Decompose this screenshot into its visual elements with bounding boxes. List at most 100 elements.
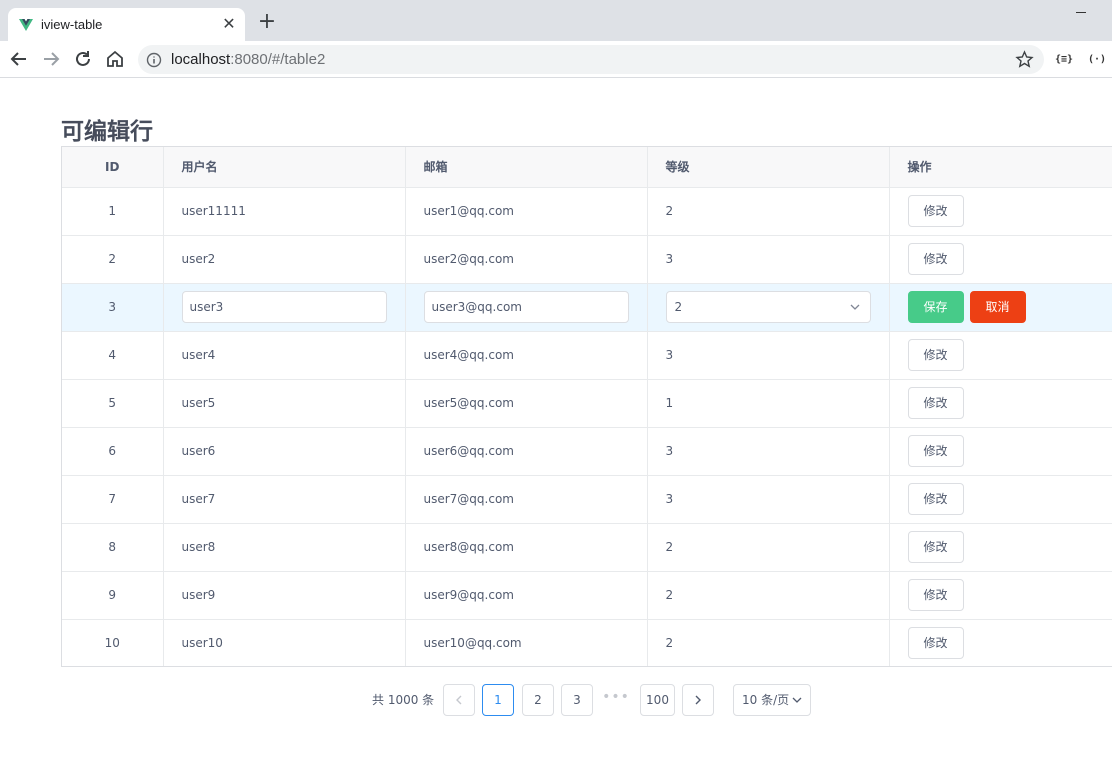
page-size-value: 10 条/页 xyxy=(742,693,790,707)
cancel-button[interactable]: 取消 xyxy=(969,291,1026,323)
cell-level: 1 xyxy=(647,379,890,428)
back-arrow-icon[interactable] xyxy=(6,46,32,72)
table-row: 1 user11111 user1@qq.com 2 修改 xyxy=(62,187,1112,236)
edit-button[interactable]: 修改 xyxy=(907,339,964,371)
cell-username: user2 xyxy=(163,235,406,284)
cell-actions: 修改 xyxy=(889,571,1112,620)
edit-button[interactable]: 修改 xyxy=(907,579,964,611)
page-title: 可编辑行 xyxy=(61,119,153,145)
total-count: 共 1000 条 xyxy=(372,693,435,707)
cell-actions: 修改 xyxy=(889,619,1112,666)
table-row: 6 user6 user6@qq.com 3 修改 xyxy=(62,427,1112,476)
cell-id: 5 xyxy=(62,379,164,428)
next-page-button[interactable] xyxy=(682,684,714,716)
extension-icon[interactable]: (·) xyxy=(1086,49,1108,71)
bookmark-star-icon[interactable] xyxy=(1015,50,1034,69)
new-tab-button[interactable]: + xyxy=(255,10,279,34)
cell-actions: 保存 取消 xyxy=(889,283,1112,332)
cell-actions: 修改 xyxy=(889,523,1112,572)
save-button[interactable]: 保存 xyxy=(907,291,964,323)
header-username: 用户名 xyxy=(163,147,406,188)
cell-level: 3 xyxy=(647,475,890,524)
reload-icon[interactable] xyxy=(70,46,96,72)
cell-level: 2 xyxy=(647,571,890,620)
forward-arrow-icon[interactable] xyxy=(38,46,64,72)
page-last[interactable]: 100 xyxy=(640,684,675,716)
minimize-window-icon[interactable] xyxy=(1074,4,1088,18)
table-body: 1 user11111 user1@qq.com 2 修改 2 user2 user2@qq.… xyxy=(62,187,1112,666)
table-row: 3 2 保存取消 xyxy=(62,283,1112,332)
address-bar[interactable]: localhost:8080/#/table2 xyxy=(138,45,1044,74)
header-email: 邮箱 xyxy=(405,147,648,188)
cell-level: 3 xyxy=(647,235,890,284)
edit-button[interactable]: 修改 xyxy=(907,483,964,515)
cell-email: user1@qq.com xyxy=(405,187,648,236)
cell-username: user8 xyxy=(163,523,406,572)
cell-level: 2 xyxy=(647,619,890,666)
cell-email: user8@qq.com xyxy=(405,523,648,572)
browser-toolbar: localhost:8080/#/table2 {≡} (·) xyxy=(0,41,1112,78)
cell-id: 7 xyxy=(62,475,164,524)
cell-email xyxy=(405,283,648,332)
cell-id: 10 xyxy=(62,619,164,666)
cell-id: 8 xyxy=(62,523,164,572)
browser-tab[interactable]: iview-table ✕ xyxy=(8,8,245,41)
cell-username: user9 xyxy=(163,571,406,620)
table-row: 9 user9 user9@qq.com 2 修改 xyxy=(62,571,1112,620)
cell-username: user5 xyxy=(163,379,406,428)
header-id: ID xyxy=(62,147,164,188)
cell-actions: 修改 xyxy=(889,331,1112,380)
tab-title: iview-table xyxy=(41,17,103,32)
cell-level: 2 xyxy=(647,523,890,572)
json-viewer-extension-icon[interactable]: {≡} xyxy=(1053,49,1075,71)
chevron-down-icon xyxy=(850,304,859,310)
close-tab-icon[interactable]: ✕ xyxy=(220,15,238,33)
email-input[interactable] xyxy=(423,291,629,323)
url-text: localhost:8080/#/table2 xyxy=(171,51,325,68)
header-actions: 操作 xyxy=(889,147,1112,188)
table-row: 7 user7 user7@qq.com 3 修改 xyxy=(62,475,1112,524)
page-1[interactable]: 1 xyxy=(482,684,514,716)
table-row: 2 user2 user2@qq.com 3 修改 xyxy=(62,235,1112,284)
cell-email: user7@qq.com xyxy=(405,475,648,524)
level-select[interactable]: 2 xyxy=(665,291,871,323)
browser-tabstrip: iview-table ✕ + xyxy=(0,0,1112,41)
table-row: 10 user10 user10@qq.com 2 修改 xyxy=(62,619,1112,666)
page-ellipsis[interactable]: ••• xyxy=(600,689,632,705)
chevron-down-icon xyxy=(792,697,802,703)
home-icon[interactable] xyxy=(102,46,128,72)
page-3[interactable]: 3 xyxy=(561,684,593,716)
edit-button[interactable]: 修改 xyxy=(907,435,964,467)
edit-button[interactable]: 修改 xyxy=(907,195,964,227)
header-level: 等级 xyxy=(647,147,890,188)
cell-email: user10@qq.com xyxy=(405,619,648,666)
vue-logo-icon xyxy=(19,17,33,31)
page-2[interactable]: 2 xyxy=(522,684,554,716)
chevron-left-icon xyxy=(456,695,462,705)
cell-level: 3 xyxy=(647,427,890,476)
cell-email: user9@qq.com xyxy=(405,571,648,620)
cell-id: 6 xyxy=(62,427,164,476)
cell-actions: 修改 xyxy=(889,379,1112,428)
cell-actions: 修改 xyxy=(889,427,1112,476)
url-path: :8080/#/table2 xyxy=(230,51,326,68)
cell-username: user11111 xyxy=(163,187,406,236)
cell-id: 4 xyxy=(62,331,164,380)
username-input[interactable] xyxy=(181,291,387,323)
cell-username: user6 xyxy=(163,427,406,476)
prev-page-button[interactable] xyxy=(443,684,475,716)
edit-button[interactable]: 修改 xyxy=(907,627,964,660)
page-size-select[interactable]: 10 条/页 xyxy=(733,684,811,716)
table-row: 8 user8 user8@qq.com 2 修改 xyxy=(62,523,1112,572)
chevron-right-icon xyxy=(695,695,701,705)
table-header-row: ID 用户名 邮箱 等级 操作 xyxy=(62,147,1112,188)
edit-button[interactable]: 修改 xyxy=(907,243,964,275)
site-info-icon[interactable] xyxy=(146,52,162,68)
cell-id: 3 xyxy=(62,283,164,332)
editable-table: ID 用户名 邮箱 等级 操作 1 user11111 user1@qq.com 2 修… xyxy=(61,146,1112,667)
edit-button[interactable]: 修改 xyxy=(907,531,964,563)
cell-level: 2 xyxy=(647,187,890,236)
cell-actions: 修改 xyxy=(889,187,1112,236)
edit-button[interactable]: 修改 xyxy=(907,387,964,419)
cell-id: 1 xyxy=(62,187,164,236)
